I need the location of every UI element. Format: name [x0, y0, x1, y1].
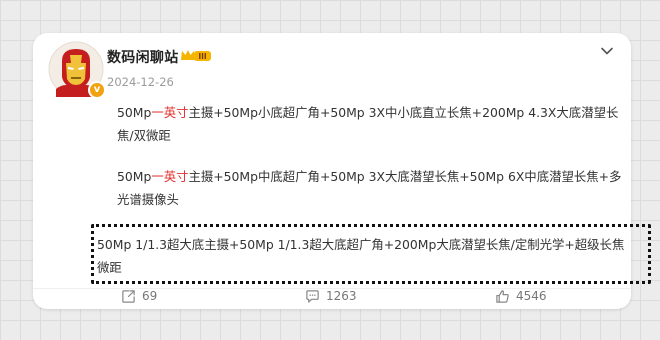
like-button[interactable]: 4546	[495, 286, 547, 306]
comment-count: 1263	[326, 289, 357, 303]
post-timestamp[interactable]: 2024-12-26	[107, 75, 174, 89]
repost-button[interactable]: 69	[121, 286, 157, 306]
verified-badge-icon: v	[88, 81, 106, 99]
para1-highlight: 一英寸	[151, 105, 189, 120]
avatar[interactable]: v	[48, 41, 106, 99]
comment-icon	[306, 289, 319, 303]
para2-pre: 50Mp	[117, 169, 152, 184]
weibo-post-card: v 数码闲聊站 III 2024-12-26 50Mp一英寸主摄+50Mp小底超…	[33, 33, 651, 309]
post-text-paragraph-3: 50Mp 1/1.3超大底主摄+50Mp 1/1.3超大底超广角+200Mp大底…	[97, 237, 625, 275]
para1-post: 主摄+50Mp小底超广角+50Mp 3X中小底直立长焦+200Mp 4.3X大底…	[117, 105, 619, 143]
repost-icon	[122, 289, 135, 303]
post-text-paragraph-1: 50Mp一英寸主摄+50Mp小底超广角+50Mp 3X中小底直立长焦+200Mp…	[117, 101, 627, 147]
chevron-down-icon[interactable]	[599, 43, 615, 59]
author-name[interactable]: 数码闲聊站	[107, 47, 179, 67]
thumbs-up-icon	[496, 289, 509, 303]
comment-button[interactable]: 1263	[305, 286, 357, 306]
rank-badge-label: III	[198, 52, 207, 61]
like-count: 4546	[516, 289, 547, 303]
para2-post: 主摄+50Mp中底超广角+50Mp 3X大底潜望长焦+50Mp 6X中底潜望长焦…	[117, 169, 622, 207]
post-text-paragraph-2: 50Mp一英寸主摄+50Mp中底超广角+50Mp 3X大底潜望长焦+50Mp 6…	[117, 165, 627, 211]
crown-rank-badge-icon: III	[181, 50, 211, 61]
para1-pre: 50Mp	[117, 105, 152, 120]
para2-highlight: 一英寸	[151, 169, 189, 184]
repost-count: 69	[142, 289, 158, 303]
